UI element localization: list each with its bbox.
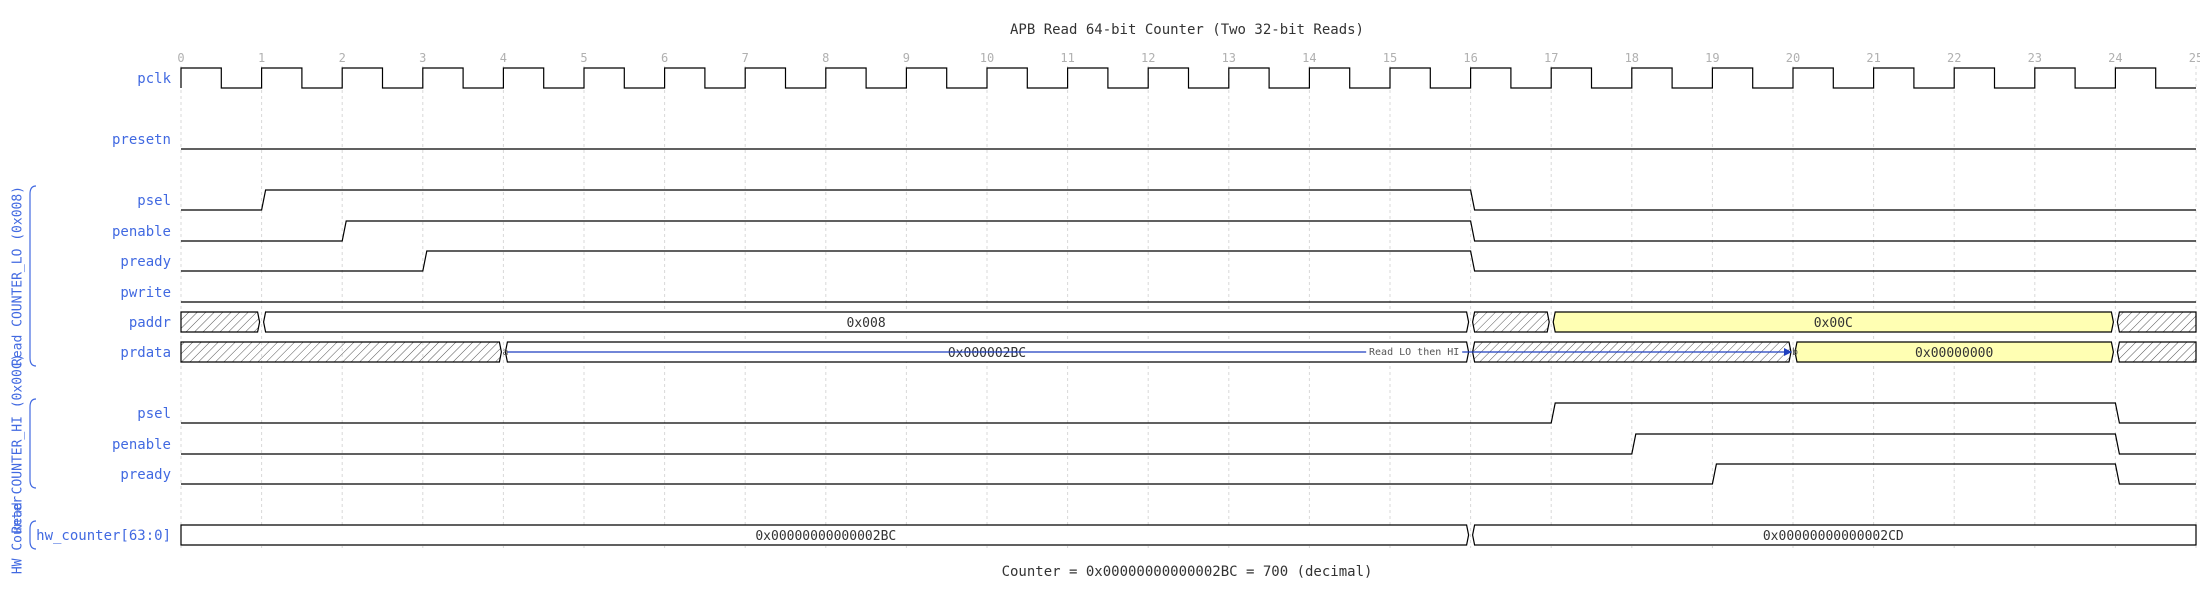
annotation-end-marker: b xyxy=(1792,347,1798,358)
tick-label: 3 xyxy=(419,51,426,65)
group-label: HW Counter xyxy=(11,496,26,574)
waveform-psel xyxy=(181,189,2196,211)
group-label: Read COUNTER_LO (0x008) xyxy=(11,186,26,366)
diagram-footer: Counter = 0x00000000000002BC = 700 (deci… xyxy=(1002,564,1373,580)
annotation-label: Read LO then HI xyxy=(1369,347,1459,358)
group-bracket xyxy=(29,185,37,367)
waveform-psel xyxy=(181,402,2196,424)
tick-label: 24 xyxy=(2108,51,2122,65)
bus-value: 0x000002BC xyxy=(948,346,1026,361)
signal-label-hwcounter630: hw_counter[63:0] xyxy=(36,528,171,544)
tick-label: 19 xyxy=(1705,51,1719,65)
signal-label-penable: penable xyxy=(112,437,171,453)
group-bracket xyxy=(29,520,37,550)
signal-labels: pclk presetn psel penable pready pwrite paddr p… xyxy=(36,71,171,544)
tick-label: 12 xyxy=(1141,51,1155,65)
signal-groups: Read COUNTER_LO (0x008)Read COUNTER_HI (… xyxy=(11,185,37,574)
tick-label: 25 xyxy=(2189,51,2200,65)
tick-label: 15 xyxy=(1383,51,1397,65)
bus-value: 0x00000000000002CD xyxy=(1763,529,1904,544)
tick-label: 6 xyxy=(661,51,668,65)
tick-label: 20 xyxy=(1786,51,1800,65)
waveform-penable xyxy=(181,220,2196,242)
bus-segment-unknown xyxy=(1471,311,1550,333)
bus-value: 0x00000000000002BC xyxy=(755,529,896,544)
tick-label: 0 xyxy=(177,51,184,65)
tick-label: 17 xyxy=(1544,51,1558,65)
time-axis: 0 1 2 3 4 5 6 7 8 9 10 11 12 13 14 15 16 17 18 19 20 21 22 23 24… xyxy=(177,51,2200,65)
bus-value: 0x008 xyxy=(847,316,886,331)
signal-label-prdata: prdata xyxy=(120,345,171,361)
bus-segment-unknown xyxy=(2116,311,2197,333)
tick-label: 10 xyxy=(980,51,994,65)
grid-lines xyxy=(180,66,2197,548)
tick-label: 1 xyxy=(258,51,265,65)
signal-label-pready: pready xyxy=(120,467,171,483)
waveform-pready xyxy=(181,463,2196,485)
signal-label-psel: psel xyxy=(137,193,171,209)
signal-label-presetn: presetn xyxy=(112,132,171,148)
bus-segment-unknown xyxy=(180,341,503,363)
diagram-title: APB Read 64-bit Counter (Two 32-bit Read… xyxy=(1010,22,1364,38)
tick-label: 5 xyxy=(580,51,587,65)
signal-label-pready: pready xyxy=(120,254,171,270)
tick-label: 21 xyxy=(1866,51,1880,65)
waveform-pready xyxy=(181,250,2196,272)
annotation-start-marker: a xyxy=(502,347,508,358)
bus-segment-unknown xyxy=(2116,341,2197,363)
tick-label: 22 xyxy=(1947,51,1961,65)
tick-label: 7 xyxy=(742,51,749,65)
tick-label: 9 xyxy=(903,51,910,65)
bus-segment-unknown xyxy=(180,311,261,333)
waveform-penable xyxy=(181,433,2196,455)
tick-label: 4 xyxy=(500,51,507,65)
tick-label: 8 xyxy=(822,51,829,65)
waveforms: 0x008 0x00C 0x000002BC 0x00000000 0x00000000… xyxy=(180,67,2197,546)
group-bracket xyxy=(29,398,37,489)
waveform-pclk xyxy=(180,67,2196,89)
tick-label: 11 xyxy=(1060,51,1074,65)
tick-label: 2 xyxy=(339,51,346,65)
bus-value: 0x00000000 xyxy=(1915,346,1993,361)
tick-label: 16 xyxy=(1463,51,1477,65)
signal-label-pwrite: pwrite xyxy=(120,285,171,301)
tick-label: 23 xyxy=(2028,51,2042,65)
tick-label: 13 xyxy=(1222,51,1236,65)
timing-diagram: APB Read 64-bit Counter (Two 32-bit Read… xyxy=(11,22,2200,580)
signal-label-pclk: pclk xyxy=(137,71,171,87)
tick-label: 18 xyxy=(1625,51,1639,65)
signal-label-psel: psel xyxy=(137,406,171,422)
signal-label-penable: penable xyxy=(112,224,171,240)
tick-label: 14 xyxy=(1302,51,1316,65)
signal-label-paddr: paddr xyxy=(129,315,171,331)
bus-value: 0x00C xyxy=(1814,316,1853,331)
